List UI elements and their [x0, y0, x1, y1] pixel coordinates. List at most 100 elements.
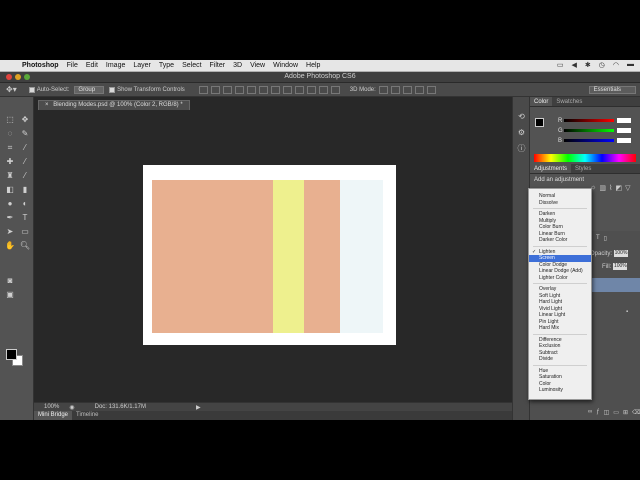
- blue-slider[interactable]: B: [558, 138, 636, 144]
- distribute-vcenter-icon[interactable]: [282, 85, 292, 94]
- align-left-icon[interactable]: [234, 85, 244, 94]
- screen-icon[interactable]: ▭: [557, 61, 564, 69]
- tab-styles[interactable]: Styles: [571, 164, 595, 173]
- tab-color[interactable]: Color: [530, 97, 553, 106]
- green-slider[interactable]: G: [558, 128, 636, 134]
- clone-stamp-tool-icon[interactable]: ♜: [3, 170, 17, 182]
- tab-swatches[interactable]: Swatches: [552, 97, 586, 106]
- trash-icon[interactable]: ⌫: [632, 409, 640, 416]
- dodge-tool-icon[interactable]: ◐: [18, 198, 32, 210]
- menu-help[interactable]: Help: [306, 62, 320, 69]
- type-tool-icon[interactable]: T: [18, 212, 32, 224]
- link-layers-icon[interactable]: ∞: [588, 409, 592, 416]
- eyedropper-tool-icon[interactable]: ⁄: [18, 142, 32, 154]
- status-info-icon[interactable]: ◉: [69, 404, 74, 411]
- new-layer-icon[interactable]: ⊞: [623, 409, 628, 416]
- healing-brush-tool-icon[interactable]: ✚: [3, 156, 17, 168]
- info-panel-icon[interactable]: ⓘ: [516, 143, 527, 154]
- menu-filter[interactable]: Filter: [210, 62, 226, 69]
- blend-mode-luminosity[interactable]: Luminosity: [529, 387, 591, 394]
- 3d-scale-icon[interactable]: [426, 85, 436, 94]
- opacity-input[interactable]: 100%: [614, 250, 629, 257]
- document-tab[interactable]: × Blending Modes.psd @ 100% (Color 2, RG…: [38, 100, 190, 110]
- blend-mode-lighter-color[interactable]: Lighter Color: [529, 275, 591, 282]
- auto-select-checkbox[interactable]: [28, 86, 35, 93]
- status-arrow-icon[interactable]: ▶: [196, 404, 201, 411]
- menu-select[interactable]: Select: [182, 62, 201, 69]
- menu-file[interactable]: File: [67, 62, 78, 69]
- bluetooth-icon[interactable]: ✱: [585, 61, 591, 69]
- history-brush-tool-icon[interactable]: ⁄: [18, 170, 32, 182]
- show-transform-checkbox[interactable]: [109, 86, 116, 93]
- crop-tool-icon[interactable]: ⌗: [3, 142, 17, 154]
- distribute-top-icon[interactable]: [270, 85, 280, 94]
- volume-icon[interactable]: ◀: [572, 61, 577, 69]
- distribute-hcenter-icon[interactable]: [318, 85, 328, 94]
- history-panel-icon[interactable]: ⟲: [516, 111, 527, 122]
- wifi-icon[interactable]: ◠: [613, 61, 619, 69]
- quick-select-tool-icon[interactable]: ✎: [18, 128, 32, 140]
- fill-input[interactable]: 100%: [613, 263, 628, 270]
- align-top-icon[interactable]: [198, 85, 208, 94]
- align-right-icon[interactable]: [258, 85, 268, 94]
- menu-window[interactable]: Window: [273, 62, 298, 69]
- battery-icon[interactable]: ▬: [627, 61, 634, 69]
- menu-3d[interactable]: 3D: [233, 62, 242, 69]
- quick-mask-icon[interactable]: ◙: [3, 275, 17, 287]
- path-select-tool-icon[interactable]: ➤: [3, 226, 17, 238]
- brush-tool-icon[interactable]: ⁄: [18, 156, 32, 168]
- auto-select-dropdown[interactable]: Group: [74, 85, 105, 94]
- zoom-tool-icon[interactable]: 🔍︎: [18, 240, 32, 252]
- exposure-icon[interactable]: ◩: [615, 184, 622, 192]
- tab-mini-bridge[interactable]: Mini Bridge: [34, 411, 73, 420]
- hand-tool-icon[interactable]: ✋: [3, 240, 17, 252]
- canvas[interactable]: [143, 165, 396, 345]
- 3d-slide-icon[interactable]: [414, 85, 424, 94]
- levels-icon[interactable]: ▥: [599, 184, 606, 192]
- new-group-icon[interactable]: ▭: [613, 409, 619, 416]
- rect-marquee-tool-icon[interactable]: ⬚: [3, 114, 17, 126]
- screen-mode-icon[interactable]: ▣: [3, 289, 17, 301]
- shape-filter-icon[interactable]: ▯: [604, 235, 607, 242]
- blend-mode-dissolve[interactable]: Dissolve: [529, 200, 591, 207]
- 3d-pan-icon[interactable]: [402, 85, 412, 94]
- color-fg-bg-swatches[interactable]: [535, 118, 549, 132]
- move-tool-icon[interactable]: ✥▾: [6, 85, 17, 94]
- tab-timeline[interactable]: Timeline: [72, 411, 102, 420]
- zoom-level[interactable]: 100%: [44, 404, 59, 410]
- close-tab-icon[interactable]: ×: [45, 102, 49, 108]
- tab-adjustments[interactable]: Adjustments: [530, 164, 572, 173]
- properties-panel-icon[interactable]: ⚙: [516, 127, 527, 138]
- 3d-roll-icon[interactable]: [390, 85, 400, 94]
- menu-layer[interactable]: Layer: [133, 62, 151, 69]
- align-bottom-icon[interactable]: [222, 85, 232, 94]
- selected-layer-row[interactable]: [588, 278, 640, 292]
- menu-view[interactable]: View: [250, 62, 265, 69]
- menu-type[interactable]: Type: [159, 62, 174, 69]
- menu-edit[interactable]: Edit: [86, 62, 98, 69]
- 3d-rotate-icon[interactable]: [378, 85, 388, 94]
- blur-tool-icon[interactable]: ●: [3, 198, 17, 210]
- lasso-tool-icon[interactable]: ◌: [3, 128, 17, 140]
- workspace-switcher[interactable]: Essentials: [588, 86, 636, 94]
- align-hcenter-icon[interactable]: [246, 85, 256, 94]
- eraser-tool-icon[interactable]: ◧: [3, 184, 17, 196]
- distribute-left-icon[interactable]: [306, 85, 316, 94]
- distribute-bottom-icon[interactable]: [294, 85, 304, 94]
- fx-icon[interactable]: ƒ: [596, 409, 599, 416]
- red-slider[interactable]: R: [558, 118, 636, 124]
- pen-tool-icon[interactable]: ✒: [3, 212, 17, 224]
- time-machine-icon[interactable]: ◷: [599, 61, 605, 69]
- blend-mode-darker-color[interactable]: Darker Color: [529, 237, 591, 244]
- gradient-map-icon[interactable]: ▽: [625, 184, 630, 192]
- type-filter-icon[interactable]: T: [596, 235, 600, 242]
- curves-icon[interactable]: ⌇: [609, 184, 612, 192]
- shape-tool-icon[interactable]: ▭: [18, 226, 32, 238]
- gradient-tool-icon[interactable]: ▮: [18, 184, 32, 196]
- add-mask-icon[interactable]: ◫: [604, 409, 610, 416]
- distribute-right-icon[interactable]: [330, 85, 340, 94]
- menu-image[interactable]: Image: [106, 62, 125, 69]
- color-spectrum[interactable]: [534, 154, 636, 162]
- foreground-color-swatch[interactable]: [6, 349, 17, 360]
- align-vcenter-icon[interactable]: [210, 85, 220, 94]
